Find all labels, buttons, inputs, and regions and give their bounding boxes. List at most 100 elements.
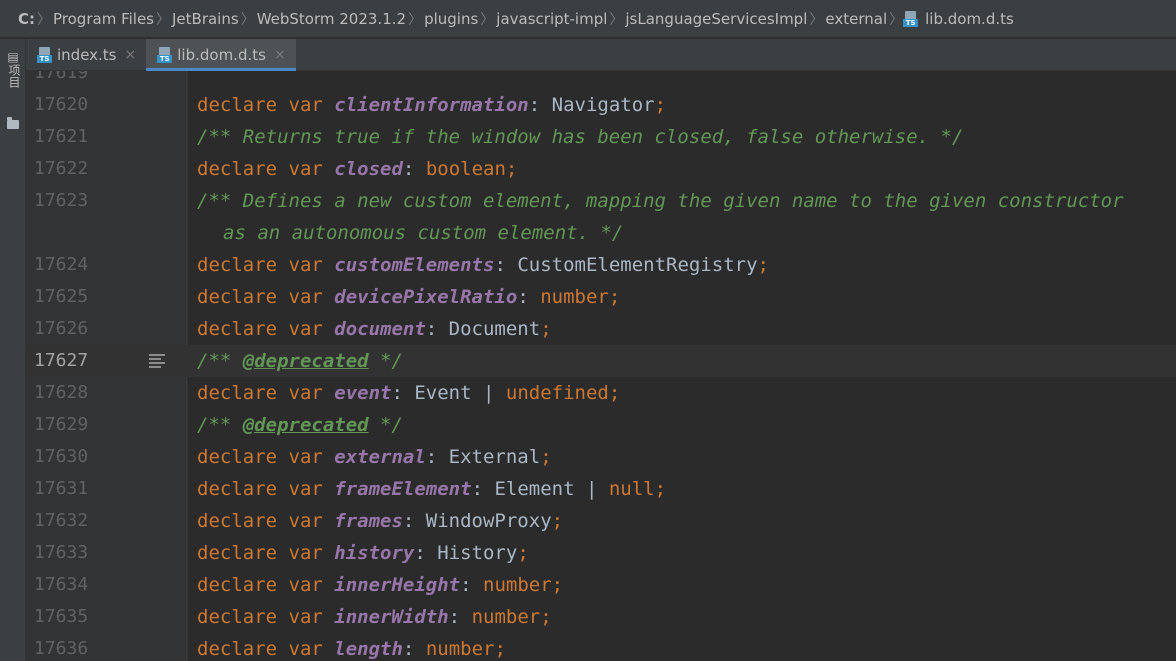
token-punc: ; bbox=[608, 286, 621, 308]
line-number: 17632 bbox=[34, 510, 89, 531]
close-icon[interactable]: × bbox=[125, 47, 137, 63]
token-typ: : Event bbox=[391, 382, 483, 404]
doc-comment-render-icon[interactable] bbox=[149, 354, 165, 368]
breadcrumb-item[interactable]: javascript-impl bbox=[494, 10, 609, 28]
code-line: 17628 declare var event: Event | undefine… bbox=[26, 377, 1176, 409]
line-number: 17631 bbox=[34, 478, 89, 499]
token-typ: : External bbox=[425, 446, 541, 468]
line-number: 17633 bbox=[34, 542, 89, 563]
breadcrumb-label: JetBrains bbox=[172, 9, 239, 28]
code-line: 17624 declare var customElements: CustomE… bbox=[26, 249, 1176, 281]
token-typ bbox=[494, 382, 505, 404]
line-number: 17627 bbox=[34, 350, 89, 371]
typescript-file-icon: TS bbox=[903, 10, 919, 27]
file-type-label: TS bbox=[157, 54, 173, 63]
line-number: 17622 bbox=[34, 158, 89, 179]
token-cmt: /** bbox=[197, 350, 243, 372]
token-kw: boolean bbox=[425, 158, 506, 180]
token-typ: : Element bbox=[471, 478, 586, 500]
code-line: 17630 declare var external: External; bbox=[26, 441, 1176, 473]
token-kw: number bbox=[425, 638, 495, 660]
project-tool-window-button[interactable]: ▤ 项目 bbox=[6, 50, 21, 89]
file-type-label: TS bbox=[37, 54, 52, 63]
token-fld: customElements bbox=[334, 254, 495, 276]
token-tag: @deprecated bbox=[242, 414, 369, 436]
tab-label: lib.dom.d.ts bbox=[177, 45, 266, 64]
code-text: /** @deprecated */ bbox=[197, 345, 403, 377]
token-fld: innerWidth bbox=[334, 606, 449, 628]
token-cmt: /** Returns true if the window has been … bbox=[197, 126, 964, 148]
tab-lib-dom-d-ts[interactable]: TS lib.dom.d.ts × bbox=[146, 39, 297, 71]
token-typ: : bbox=[448, 606, 472, 628]
token-punc: ; bbox=[551, 574, 564, 596]
token-typ: : WindowProxy bbox=[402, 510, 552, 532]
code-text: declare var customElements: CustomElemen… bbox=[197, 249, 769, 281]
code-text: declare var frames: WindowProxy; bbox=[197, 505, 563, 537]
project-panel-icon: ▤ bbox=[7, 50, 19, 64]
token-tag: @deprecated bbox=[242, 350, 369, 372]
code-line: 17635 declare var innerWidth: number; bbox=[26, 601, 1176, 633]
token-typ: : History bbox=[414, 542, 518, 564]
code-line: 17634 declare var innerHeight: number; bbox=[26, 569, 1176, 601]
token-fld: frameElement bbox=[334, 478, 472, 500]
token-kw: number bbox=[540, 286, 609, 308]
breadcrumb-item[interactable]: Program Files bbox=[51, 10, 156, 28]
token-typ: : bbox=[402, 638, 426, 660]
token-bar: | bbox=[483, 382, 495, 404]
tab-index-ts[interactable]: TS index.ts × bbox=[26, 39, 146, 70]
project-label: 项目 bbox=[7, 64, 21, 88]
token-punc: ; bbox=[608, 382, 621, 404]
code-text: declare var innerWidth: number; bbox=[197, 601, 552, 633]
code-editor[interactable]: 17619 17620 declare var clientInformation:… bbox=[26, 71, 1176, 661]
token-kw: declare var bbox=[197, 478, 335, 500]
token-fld: history bbox=[334, 542, 415, 564]
line-number: 17621 bbox=[34, 126, 89, 147]
line-number: 17624 bbox=[34, 254, 89, 275]
code-text: /** Returns true if the window has been … bbox=[197, 121, 963, 153]
code-text: declare var closed: boolean; bbox=[197, 153, 517, 185]
editor-tab-bar: TS index.ts × TS lib.dom.d.ts × bbox=[26, 39, 1176, 71]
token-fld: devicePixelRatio bbox=[334, 286, 518, 308]
token-kw: declare var bbox=[197, 606, 335, 628]
token-kw: number bbox=[471, 606, 541, 628]
code-text: declare var length: number; bbox=[197, 633, 506, 661]
token-kw: declare var bbox=[197, 286, 335, 308]
typescript-file-icon: TS bbox=[157, 46, 173, 63]
breadcrumb-item[interactable]: jsLanguageServicesImpl bbox=[623, 10, 809, 28]
token-fld: length bbox=[334, 638, 403, 660]
code-line: 17622 declare var closed: boolean; bbox=[26, 153, 1176, 185]
code-line: 17625 declare var devicePixelRatio: numbe… bbox=[26, 281, 1176, 313]
code-text: declare var document: Document; bbox=[197, 313, 552, 345]
line-number: 17623 bbox=[34, 190, 89, 211]
token-fld: document bbox=[334, 318, 426, 340]
chevron-right-icon: 〉 bbox=[809, 11, 824, 28]
breadcrumb-item[interactable]: JetBrains bbox=[170, 10, 241, 28]
chevron-right-icon: 〉 bbox=[240, 11, 255, 28]
breadcrumb-item[interactable]: external bbox=[823, 10, 889, 28]
close-icon[interactable]: × bbox=[274, 47, 286, 63]
breadcrumb-label: WebStorm 2023.1.2 bbox=[256, 9, 407, 28]
folder-icon[interactable] bbox=[7, 117, 19, 129]
token-fld: external bbox=[334, 446, 426, 468]
breadcrumb-file[interactable]: TS lib.dom.d.ts bbox=[903, 10, 1016, 28]
token-punc: ; bbox=[654, 478, 667, 500]
breadcrumb-item[interactable]: plugins bbox=[422, 10, 480, 28]
token-bar: | bbox=[585, 478, 598, 500]
breadcrumb: C: 〉 Program Files 〉 JetBrains 〉 WebStorm 2023… bbox=[0, 0, 1176, 38]
breadcrumb-drive[interactable]: C: bbox=[16, 10, 37, 28]
token-punc: ; bbox=[517, 542, 529, 564]
token-typ: : Document bbox=[425, 318, 541, 340]
code-line: 17627 /** @deprecated */ bbox=[26, 345, 1176, 377]
code-line: 17633 declare var history: History; bbox=[26, 537, 1176, 569]
code-line: 17620 declare var clientInformation: Navi… bbox=[26, 89, 1176, 121]
code-line: 17636 declare var length: number; bbox=[26, 633, 1176, 661]
line-number: 17636 bbox=[34, 638, 89, 659]
token-kw: declare var bbox=[197, 158, 335, 180]
code-text: declare var devicePixelRatio: number; bbox=[197, 281, 620, 313]
code-line: 17626 declare var document: Document; bbox=[26, 313, 1176, 345]
token-kw: declare var bbox=[197, 510, 335, 532]
token-typ bbox=[597, 478, 608, 500]
breadcrumb-item[interactable]: WebStorm 2023.1.2 bbox=[255, 10, 408, 28]
line-number: 17619 bbox=[34, 71, 89, 83]
line-number: 17630 bbox=[34, 446, 89, 467]
